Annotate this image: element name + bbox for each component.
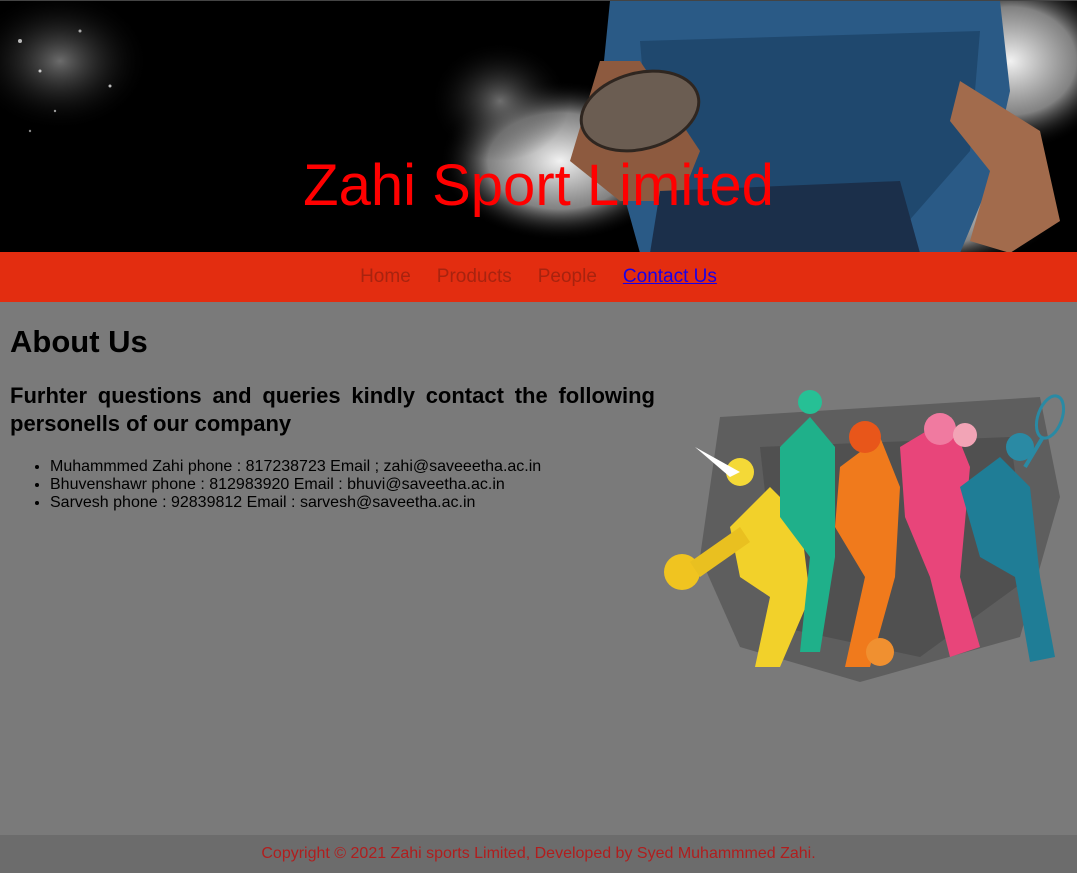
nav-contact-link[interactable]: Contact Us [623,266,717,288]
main-content: About Us Furhter questions and queries k… [0,302,1077,835]
contact-list: Muhammmed Zahi phone : 817238723 Email ;… [10,458,541,512]
nav-home-link[interactable]: Home [360,266,411,288]
main-nav: Home Products People Contact Us [0,252,1077,302]
header-banner: Zahi Sport Limited [0,0,1077,253]
about-heading: About Us [10,324,148,359]
footer: Copyright © 2021 Zahi sports Limited, De… [0,835,1077,873]
contact-item: Muhammmed Zahi phone : 817238723 Email ;… [50,458,541,476]
site-title: Zahi Sport Limited [303,153,774,218]
colorful-athletes-illustration [664,390,1066,682]
nav-people-link[interactable]: People [538,266,597,288]
copyright-text: Copyright © 2021 Zahi sports Limited, De… [261,845,816,862]
contact-subheading: Furhter questions and queries kindly con… [10,383,655,436]
contact-item: Sarvesh phone : 92839812 Email : sarvesh… [50,494,541,512]
contact-item: Bhuvenshawr phone : 812983920 Email : bh… [50,476,541,494]
nav-products-link[interactable]: Products [437,266,512,288]
